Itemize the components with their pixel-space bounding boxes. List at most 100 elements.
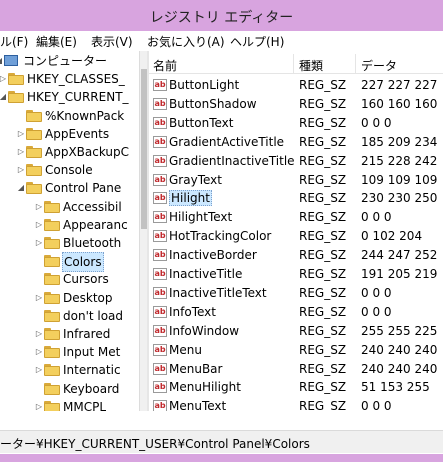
value-row[interactable]: ab HilightText REG_SZ 0 0 0 (149, 208, 443, 227)
collapsed-arrow-icon[interactable]: ▷ (34, 343, 44, 361)
value-name: GradientActiveTitle (169, 134, 285, 149)
string-value-icon: ab (153, 249, 167, 262)
menu-view[interactable]: 表示(V) (91, 33, 133, 50)
tree-item[interactable]: ◢ HKEY_CURRENT_ (0, 88, 139, 106)
value-name: InfoWindow (169, 323, 240, 338)
value-row[interactable]: ab InactiveTitle REG_SZ 191 205 219 (149, 265, 443, 284)
computer-icon (4, 55, 18, 66)
string-value-icon: ab (153, 116, 167, 129)
value-name-cell: MenuText (169, 397, 297, 411)
collapsed-arrow-icon[interactable]: ▷ (16, 143, 26, 161)
value-data: 227 227 227 (361, 78, 438, 92)
value-row[interactable]: ab ButtonShadow REG_SZ 160 160 160 (149, 95, 443, 114)
tree-item[interactable]: ▷ Infrared (0, 325, 139, 343)
value-data: 191 205 219 (361, 267, 438, 281)
collapsed-arrow-icon[interactable]: ▷ (34, 234, 44, 252)
collapsed-arrow-icon[interactable]: ▷ (34, 398, 44, 411)
collapsed-arrow-icon[interactable]: ▷ (0, 70, 8, 88)
title-bar[interactable]: レジストリ エディター (0, 0, 443, 31)
value-name: ButtonShadow (169, 96, 257, 111)
value-row[interactable]: ab Hilight REG_SZ 230 230 250 (149, 189, 443, 208)
folder-icon (44, 309, 60, 322)
menu-help[interactable]: ヘルプ(H) (230, 33, 284, 50)
folder-icon (44, 200, 60, 213)
tree-scrollbar[interactable] (139, 51, 147, 454)
tree-item[interactable]: ▷ HKEY_CLASSES_ (0, 70, 139, 88)
value-name-cell: ButtonShadow (169, 95, 297, 114)
collapsed-arrow-icon[interactable]: ▷ (34, 198, 44, 216)
string-value-icon: ab (153, 97, 167, 110)
string-value-icon: ab (153, 135, 167, 148)
tree-item[interactable]: ▷ Internatic (0, 361, 139, 379)
collapsed-arrow-icon[interactable]: ▷ (34, 216, 44, 234)
tree-item[interactable]: Colors (0, 252, 139, 273)
tree-item[interactable]: ▷ Accessibil (0, 198, 139, 216)
column-header-name[interactable]: 名前 (153, 57, 177, 74)
status-path: ーター¥HKEY_CURRENT_USER¥Control Panel¥Colo… (0, 437, 310, 451)
tree-item[interactable]: ▷ Console (0, 161, 139, 179)
tree-item[interactable]: ◢ Control Pane (0, 179, 139, 197)
string-value-icon: ab (153, 286, 167, 299)
tree-item[interactable]: ▷ Appearanc (0, 216, 139, 234)
value-name-cell: HilightText (169, 208, 297, 227)
expanded-arrow-icon[interactable]: ◢ (0, 88, 8, 106)
folder-icon (8, 91, 24, 104)
menu-file[interactable]: ル(F) (0, 33, 28, 50)
value-type: REG_SZ (299, 399, 347, 411)
tree-item[interactable]: don't load (0, 307, 139, 325)
tree-item[interactable]: ▷ MMCPL (0, 398, 139, 411)
value-list[interactable]: 名前 種類 データ ab ButtonLight REG_SZ 227 227 227… (149, 51, 443, 411)
collapsed-arrow-icon[interactable]: ▷ (16, 161, 26, 179)
value-row[interactable]: ab ButtonText REG_SZ 0 0 0 (149, 114, 443, 133)
tree-item-label: Bluetooth (63, 236, 122, 250)
column-separator[interactable] (293, 54, 294, 74)
value-data: 51 153 255 (361, 380, 430, 395)
menu-favorites[interactable]: お気に入り(A) (147, 33, 225, 50)
tree-item[interactable]: ▷ Input Met (0, 343, 139, 361)
key-tree[interactable]: ◢コンピューター▷HKEY_CLASSES_◢HKEY_CURRENT_%Kno… (0, 51, 139, 411)
expanded-arrow-icon[interactable]: ◢ (16, 179, 26, 197)
value-name-cell: InactiveTitle (169, 265, 297, 284)
value-row[interactable]: ab ButtonLight REG_SZ 227 227 227 (149, 76, 443, 95)
collapsed-arrow-icon[interactable]: ▷ (34, 361, 44, 379)
value-row[interactable]: ab MenuBar REG_SZ 240 240 240 (149, 360, 443, 379)
tree-item[interactable]: %KnownPack (0, 107, 139, 125)
folder-icon (44, 328, 60, 340)
value-row[interactable]: ab Menu REG_SZ 240 240 240 (149, 341, 443, 360)
tree-item[interactable]: ▷ Bluetooth (0, 234, 139, 252)
tree-item-label: Keyboard (63, 381, 120, 396)
value-row[interactable]: ab MenuText REG_SZ 0 0 0 (149, 397, 443, 411)
value-data: 0 0 0 (361, 399, 392, 411)
value-name-cell: Menu (169, 341, 297, 360)
tree-item[interactable]: ▷ AppXBackupC (0, 143, 139, 161)
folder-icon (26, 127, 42, 140)
value-name: InactiveTitle (169, 267, 243, 281)
column-header-type[interactable]: 種類 (299, 57, 323, 74)
tree-item[interactable]: Cursors (0, 270, 139, 288)
value-name: ButtonText (169, 115, 234, 130)
tree-item-label: HKEY_CURRENT_ (27, 90, 129, 105)
value-data: 0 0 0 (361, 115, 392, 130)
tree-item-label: Desktop (63, 290, 113, 305)
value-row[interactable]: ab InfoWindow REG_SZ 255 255 225 (149, 322, 443, 341)
menu-edit[interactable]: 編集(E) (36, 33, 77, 50)
value-row[interactable]: ab GrayText REG_SZ 109 109 109 (149, 171, 443, 190)
tree-item[interactable]: ▷ AppEvents (0, 125, 139, 143)
column-header-data[interactable]: データ (361, 57, 397, 74)
value-row[interactable]: ab HotTrackingColor REG_SZ 0 102 204 (149, 227, 443, 246)
value-row[interactable]: ab GradientInactiveTitle REG_SZ 215 228 242 (149, 152, 443, 171)
value-name-cell: GradientActiveTitle (169, 133, 297, 152)
value-row[interactable]: ab InactiveTitleText REG_SZ 0 0 0 (149, 284, 443, 303)
value-row[interactable]: ab MenuHilight REG_SZ 51 153 255 (149, 378, 443, 397)
collapsed-arrow-icon[interactable]: ▷ (16, 125, 26, 143)
value-row[interactable]: ab InactiveBorder REG_SZ 244 247 252 (149, 246, 443, 265)
value-row[interactable]: ab InfoText REG_SZ 0 0 0 (149, 303, 443, 322)
tree-item[interactable]: ◢コンピューター (0, 52, 139, 70)
tree-item[interactable]: Keyboard (0, 380, 139, 398)
column-separator[interactable] (355, 54, 356, 74)
value-name-cell: GrayText (169, 171, 297, 190)
collapsed-arrow-icon[interactable]: ▷ (34, 325, 44, 343)
tree-item[interactable]: ▷ Desktop (0, 289, 139, 307)
collapsed-arrow-icon[interactable]: ▷ (34, 289, 44, 307)
value-row[interactable]: ab GradientActiveTitle REG_SZ 185 209 234 (149, 133, 443, 152)
